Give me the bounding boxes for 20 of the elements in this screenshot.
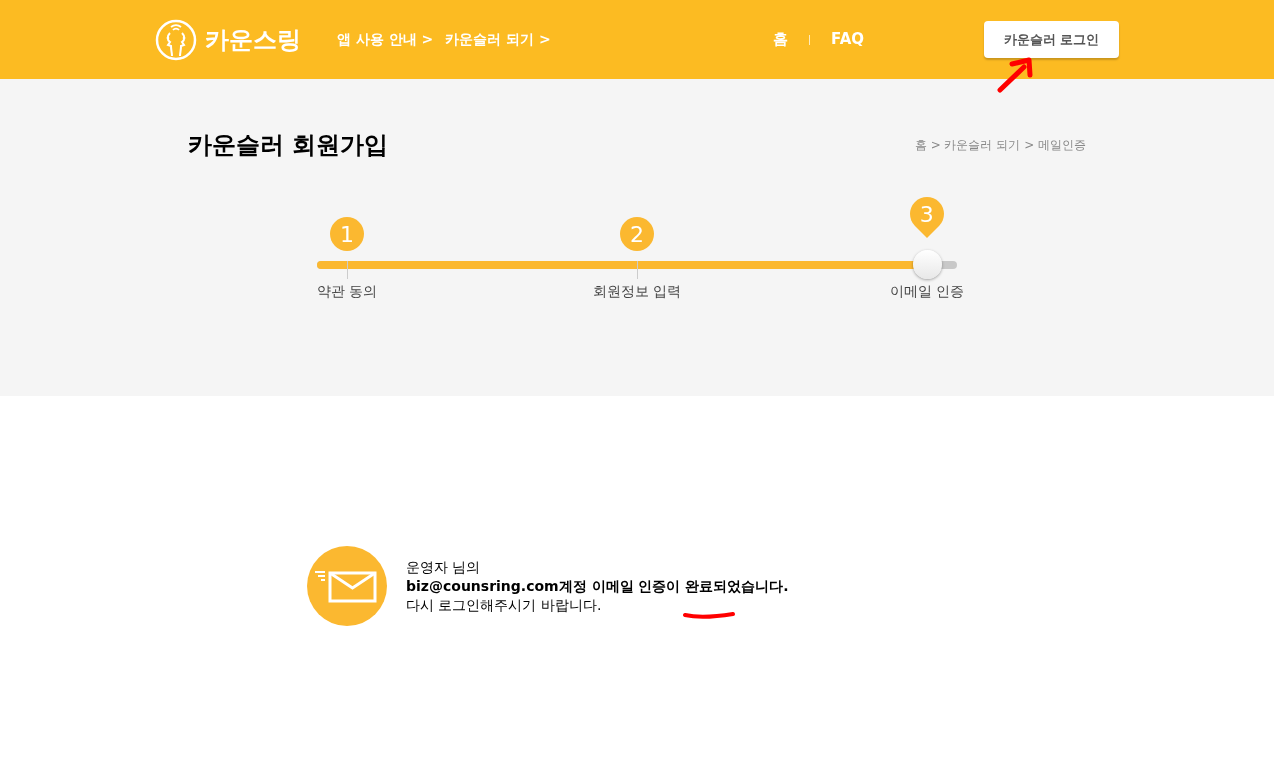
- logo-icon: [155, 18, 197, 61]
- step-label: 회원정보 입력: [592, 282, 682, 301]
- message-text: 운영자 님의: [406, 557, 482, 577]
- message-text: 다시 로그인해주시기 바랍니다.: [406, 595, 603, 615]
- step-number: 2: [620, 217, 654, 251]
- step-label: 약관 동의: [316, 282, 378, 301]
- login-button[interactable]: 카운슬러 로그인: [984, 21, 1119, 58]
- mail-icon: [307, 546, 387, 626]
- annotation-underline: [682, 610, 736, 620]
- page-title: 카운슬러 회원가입: [188, 130, 389, 161]
- header-link[interactable]: 홈: [773, 28, 789, 51]
- confirmation-message: biz@counsring.com계정 이메일 인증이 완료되었습니다.: [406, 576, 789, 596]
- step-number: 1: [330, 217, 364, 251]
- logo-text[interactable]: 카운스링: [205, 21, 301, 58]
- header-link[interactable]: FAQ: [831, 28, 864, 51]
- breadcrumb: 홈 > 카운슬러 되기 > 메일인증: [914, 137, 1086, 154]
- nav-link[interactable]: 카운슬러 되기 >: [445, 29, 551, 50]
- step-label: 이메일 인증: [889, 282, 965, 301]
- slider-thumb[interactable]: [912, 250, 942, 279]
- nav-link[interactable]: 앱 사용 안내 >: [337, 29, 434, 50]
